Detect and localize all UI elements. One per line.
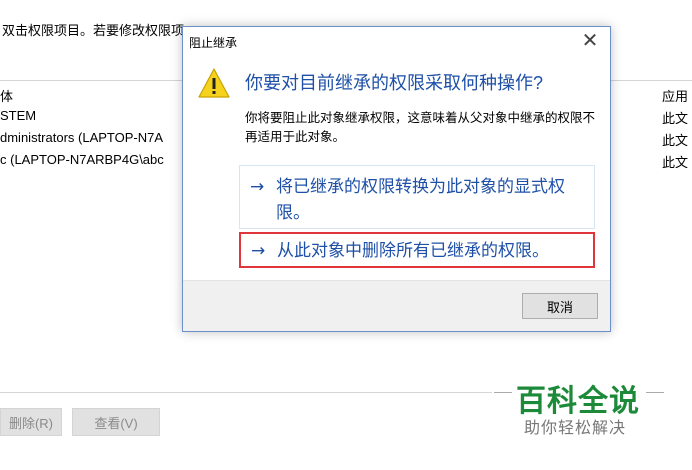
list-bottom-divider	[0, 392, 492, 393]
option-label: 将已继承的权限转换为此对象的显式权限。	[276, 177, 565, 222]
arrow-right-icon: →	[250, 177, 265, 197]
permission-row-applies[interactable]: 此文	[662, 130, 688, 149]
view-button[interactable]: 查看(V)	[72, 408, 160, 436]
permission-row-applies[interactable]: 此文	[662, 152, 688, 171]
permission-row-principal[interactable]: dministrators (LAPTOP-N7A	[0, 130, 182, 145]
watermark-divider	[494, 392, 512, 393]
option-label: 从此对象中删除所有已继承的权限。	[277, 241, 549, 260]
permission-row-principal[interactable]: c (LAPTOP-N7ARBP4G\abc	[0, 152, 182, 167]
dialog-footer: 取消	[183, 280, 610, 331]
dialog-heading: 你要对目前继承的权限采取何种操作?	[245, 73, 544, 93]
permission-row-applies[interactable]: 此文	[662, 108, 688, 127]
header-divider-right	[609, 80, 692, 81]
delete-button[interactable]: 删除(R)	[0, 408, 62, 436]
convert-inherited-permissions-option[interactable]: → 将已继承的权限转换为此对象的显式权限。	[239, 165, 595, 229]
cancel-button[interactable]: 取消	[522, 293, 598, 319]
arrow-right-icon: →	[251, 241, 266, 261]
header-divider	[0, 80, 182, 81]
watermark-subtitle: 助你轻松解决	[524, 420, 627, 437]
dialog-title: 阻止继承	[189, 36, 238, 50]
remove-inherited-permissions-option[interactable]: → 从此对象中删除所有已继承的权限。	[239, 232, 595, 268]
column-header-applies: 应用	[662, 89, 689, 104]
permission-row-principal[interactable]: STEM	[0, 108, 36, 123]
dialog-description: 你将要阻止此对象继承权限，这意味着从父对象中继承的权限不再适用于此对象。	[245, 111, 596, 144]
block-inheritance-dialog: 阻止继承 ✕ 你要对目前继承的权限采取何种操作? 你将要阻止此对象继承权限，这意…	[182, 26, 611, 332]
close-icon[interactable]: ✕	[580, 29, 600, 51]
column-header-principal: 体	[0, 89, 14, 104]
watermark-divider	[646, 392, 664, 393]
instruction-text: 双击权限项目。若要修改权限项目，请选择该项目并单击"编辑"(如果可用)。	[2, 23, 184, 38]
warning-icon	[198, 68, 230, 98]
